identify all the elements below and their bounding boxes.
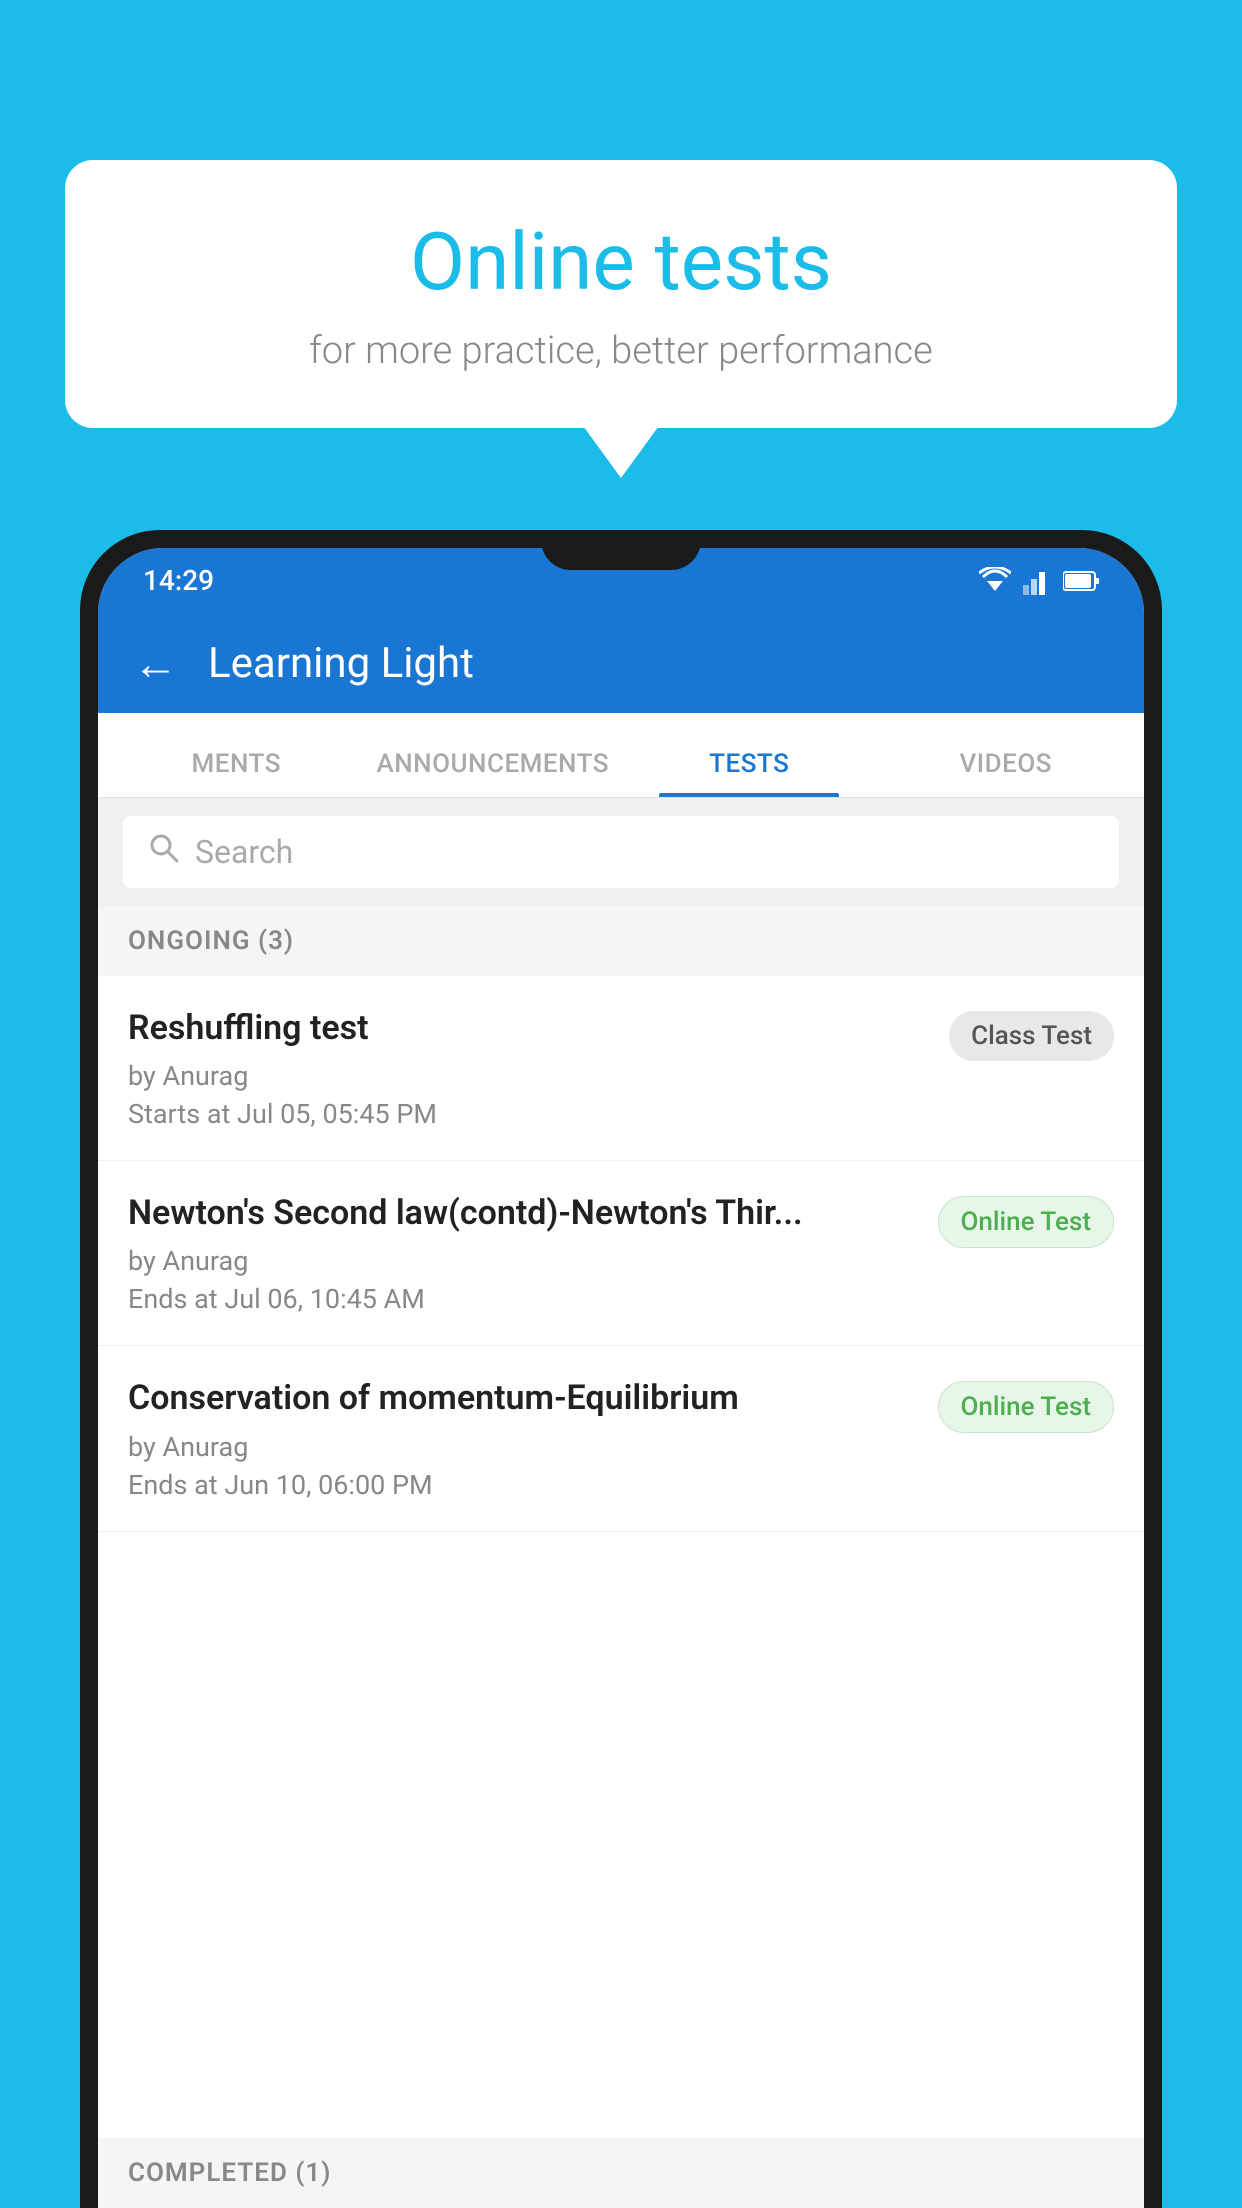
- phone-screen: 14:29: [98, 548, 1144, 2208]
- tab-ments[interactable]: MENTS: [108, 749, 365, 797]
- test-item-title: Conservation of momentum-Equilibrium: [128, 1376, 918, 1420]
- test-badge: Online Test: [938, 1381, 1115, 1433]
- battery-icon: [1063, 569, 1099, 593]
- wifi-icon: [979, 567, 1011, 595]
- test-item-title: Reshuffling test: [128, 1006, 929, 1050]
- test-item-by: by Anurag: [128, 1245, 918, 1277]
- test-item[interactable]: Newton's Second law(contd)-Newton's Thir…: [98, 1161, 1144, 1346]
- search-icon: [148, 831, 180, 873]
- test-item-date: Starts at Jul 05, 05:45 PM: [128, 1098, 929, 1130]
- speech-bubble-title: Online tests: [125, 215, 1117, 309]
- test-item-info: Newton's Second law(contd)-Newton's Thir…: [128, 1191, 918, 1315]
- test-item-info: Reshuffling test by Anurag Starts at Jul…: [128, 1006, 929, 1130]
- signal-icon: [1023, 567, 1051, 595]
- test-item-date: Ends at Jul 06, 10:45 AM: [128, 1283, 918, 1315]
- speech-bubble: Online tests for more practice, better p…: [65, 160, 1177, 428]
- tab-announcements[interactable]: ANNOUNCEMENTS: [365, 749, 622, 797]
- tab-tests[interactable]: TESTS: [621, 749, 878, 797]
- status-time: 14:29: [143, 564, 214, 597]
- test-item-info: Conservation of momentum-Equilibrium by …: [128, 1376, 918, 1500]
- test-badge: Class Test: [949, 1011, 1114, 1061]
- test-item-title: Newton's Second law(contd)-Newton's Thir…: [128, 1191, 918, 1235]
- tabs-bar: MENTS ANNOUNCEMENTS TESTS VIDEOS: [98, 713, 1144, 798]
- test-badge: Online Test: [938, 1196, 1115, 1248]
- speech-bubble-subtitle: for more practice, better performance: [125, 329, 1117, 373]
- tab-videos[interactable]: VIDEOS: [878, 749, 1135, 797]
- status-icons: [979, 567, 1099, 595]
- ongoing-label: ONGOING (3): [128, 926, 1114, 956]
- search-placeholder: Search: [195, 833, 293, 871]
- test-item[interactable]: Reshuffling test by Anurag Starts at Jul…: [98, 976, 1144, 1161]
- back-button[interactable]: ←: [133, 637, 178, 690]
- test-item-date: Ends at Jun 10, 06:00 PM: [128, 1469, 918, 1501]
- app-title: Learning Light: [208, 639, 474, 688]
- phone-frame: 14:29: [80, 530, 1162, 2208]
- completed-section-header: COMPLETED (1): [98, 2138, 1144, 2208]
- search-bar[interactable]: Search: [123, 816, 1119, 888]
- test-item-by: by Anurag: [128, 1431, 918, 1463]
- completed-label: COMPLETED (1): [128, 2158, 1114, 2188]
- phone-notch: [541, 530, 701, 570]
- test-list: Reshuffling test by Anurag Starts at Jul…: [98, 976, 1144, 2138]
- ongoing-section-header: ONGOING (3): [98, 906, 1144, 976]
- test-item-by: by Anurag: [128, 1060, 929, 1092]
- app-bar: ← Learning Light: [98, 613, 1144, 713]
- test-item[interactable]: Conservation of momentum-Equilibrium by …: [98, 1346, 1144, 1531]
- search-container: Search: [98, 798, 1144, 906]
